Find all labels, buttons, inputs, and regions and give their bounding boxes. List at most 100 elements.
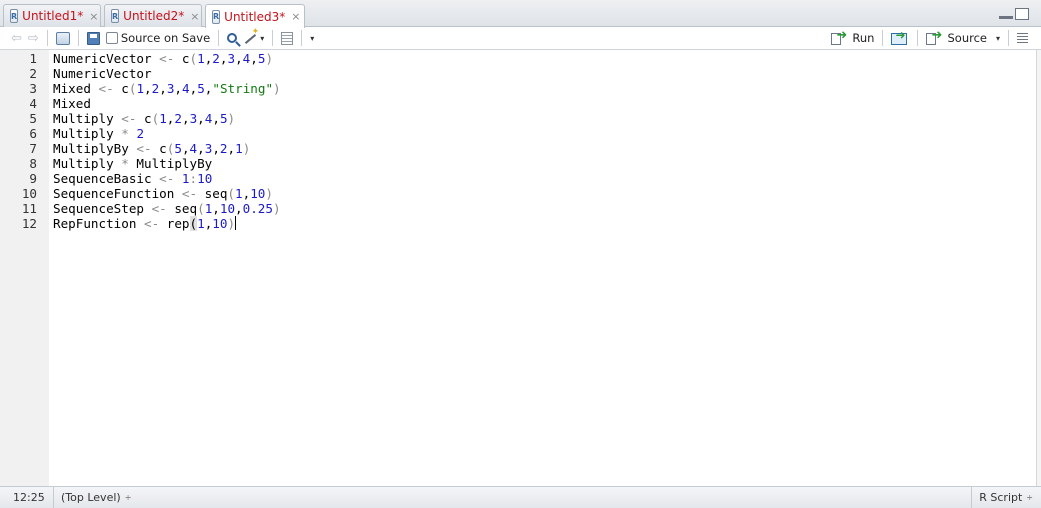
- file-type-selector[interactable]: R Script ÷: [971, 487, 1033, 508]
- code-line[interactable]: 4 Mixed: [0, 96, 1036, 111]
- code-text: SequenceStep <- seq(1,10,0.25): [53, 201, 281, 216]
- close-icon[interactable]: ×: [89, 10, 98, 23]
- code-line[interactable]: 8 Multiply * MultiplyBy: [0, 156, 1036, 171]
- new-window-icon: [55, 31, 70, 45]
- tab-untitled1[interactable]: R Untitled1* ×: [3, 4, 101, 27]
- code-token: :: [189, 171, 198, 186]
- code-line[interactable]: 2 NumericVector: [0, 66, 1036, 81]
- code-token: *: [121, 156, 129, 171]
- code-token: Multiply: [53, 111, 122, 126]
- save-icon: [86, 31, 100, 45]
- code-token: rep: [159, 216, 190, 231]
- maximize-pane-icon[interactable]: [1015, 8, 1029, 20]
- code-line[interactable]: 1 NumericVector <- c(1,2,3,4,5): [0, 51, 1036, 66]
- code-token: SequenceBasic: [53, 171, 160, 186]
- code-token: seq: [197, 186, 228, 201]
- toolbar-divider: [46, 30, 48, 46]
- scope-selector[interactable]: (Top Level) ÷: [54, 491, 131, 504]
- code-token: 2: [174, 111, 182, 126]
- line-number: 3: [29, 81, 37, 96]
- code-text: Mixed: [53, 96, 91, 111]
- show-in-new-window-button[interactable]: [53, 28, 73, 48]
- code-line[interactable]: 3 Mixed <- c(1,2,3,4,5,"String"): [0, 81, 1036, 96]
- back-arrow-icon[interactable]: ⇦: [8, 28, 25, 48]
- pane-window-controls: [999, 8, 1029, 20]
- code-token: 4: [182, 81, 190, 96]
- code-token: ): [227, 216, 236, 231]
- code-token: ): [265, 186, 273, 201]
- source-button[interactable]: Source ▾: [923, 28, 1003, 48]
- code-line[interactable]: 10 SequenceFunction <- seq(1,10): [0, 186, 1036, 201]
- line-number: 7: [29, 141, 37, 156]
- code-token: 5: [197, 81, 205, 96]
- code-line[interactable]: 6 Multiply * 2: [0, 126, 1036, 141]
- source-on-save-checkbox[interactable]: [105, 32, 118, 44]
- code-token: 0.25: [242, 201, 273, 216]
- compile-report-button[interactable]: [278, 28, 296, 48]
- text-cursor: [235, 216, 237, 230]
- code-line[interactable]: 9 SequenceBasic <- 1:10: [0, 171, 1036, 186]
- code-token: ,: [227, 141, 236, 156]
- chevron-down-icon: ▾: [260, 33, 265, 43]
- code-token: (: [227, 186, 236, 201]
- code-line[interactable]: 5 Multiply <- c(1,2,3,4,5): [0, 111, 1036, 126]
- tab-untitled2[interactable]: R Untitled2* ×: [104, 4, 202, 27]
- code-text: Multiply * MultiplyBy: [53, 156, 212, 171]
- toolbar-divider: [1008, 30, 1009, 46]
- code-token: Multiply: [53, 126, 122, 141]
- code-token: ): [227, 111, 236, 126]
- source-icon: [926, 28, 944, 45]
- minimize-pane-icon[interactable]: [999, 8, 1013, 19]
- forward-arrow-icon[interactable]: ⇨: [25, 28, 42, 48]
- line-number: 8: [29, 156, 37, 171]
- rerun-button[interactable]: [888, 28, 912, 48]
- chevron-down-icon[interactable]: ▾: [996, 34, 1000, 43]
- run-button[interactable]: Run: [828, 28, 877, 48]
- code-token: c: [136, 111, 152, 126]
- r-file-icon: R: [212, 9, 221, 24]
- save-button[interactable]: [84, 28, 103, 48]
- notebook-icon: [281, 31, 294, 45]
- code-token: <-: [144, 216, 160, 231]
- run-label: Run: [852, 31, 875, 45]
- close-icon[interactable]: ×: [190, 10, 199, 23]
- code-token: SequenceFunction: [53, 186, 182, 201]
- code-line[interactable]: 7 MultiplyBy <- c(5,4,3,2,1): [0, 141, 1036, 156]
- code-token: 1: [197, 51, 205, 66]
- code-editor[interactable]: 1 NumericVector <- c(1,2,3,4,5) 2 NumericVe…: [0, 50, 1036, 486]
- find-replace-button[interactable]: [224, 28, 240, 48]
- toolbar-divider: [882, 30, 884, 46]
- line-number: 2: [29, 66, 37, 81]
- editor-toolbar: ⇦ ⇨ Source on Save ▾ ▾ Run Source ▾: [0, 27, 1041, 50]
- code-token: ,: [235, 51, 243, 66]
- document-outline-button[interactable]: [1014, 28, 1031, 48]
- code-token: ): [265, 51, 274, 66]
- line-number: 12: [21, 216, 37, 231]
- code-token: 2: [212, 51, 220, 66]
- r-file-icon: R: [10, 9, 19, 23]
- more-options-button[interactable]: ▾: [307, 28, 317, 48]
- line-number: 4: [29, 96, 37, 111]
- code-token: ,: [212, 111, 220, 126]
- source-on-save-label: Source on Save: [120, 31, 211, 45]
- code-token: Mixed: [53, 81, 99, 96]
- code-line[interactable]: 12 RepFunction <- rep(1,10): [0, 216, 1036, 231]
- close-icon[interactable]: ×: [291, 10, 300, 23]
- source-on-save-toggle[interactable]: Source on Save: [103, 28, 213, 48]
- code-token: 10: [250, 186, 266, 201]
- code-tools-button[interactable]: ▾: [240, 27, 267, 48]
- code-token: ,: [181, 111, 190, 126]
- updown-icon: ÷: [124, 493, 132, 502]
- code-token: ): [272, 201, 281, 216]
- vertical-scrollbar[interactable]: [1036, 50, 1041, 486]
- line-number: 10: [21, 186, 37, 201]
- tab-untitled3[interactable]: R Untitled3* ×: [205, 4, 305, 28]
- code-token: 5: [174, 141, 182, 156]
- code-line[interactable]: 11 SequenceStep <- seq(1,10,0.25): [0, 201, 1036, 216]
- code-token: SequenceStep: [53, 201, 152, 216]
- code-token: <-: [159, 51, 175, 66]
- code-token: ,: [159, 81, 167, 96]
- code-token: RepFunction: [53, 216, 144, 231]
- code-token: ): [273, 81, 281, 96]
